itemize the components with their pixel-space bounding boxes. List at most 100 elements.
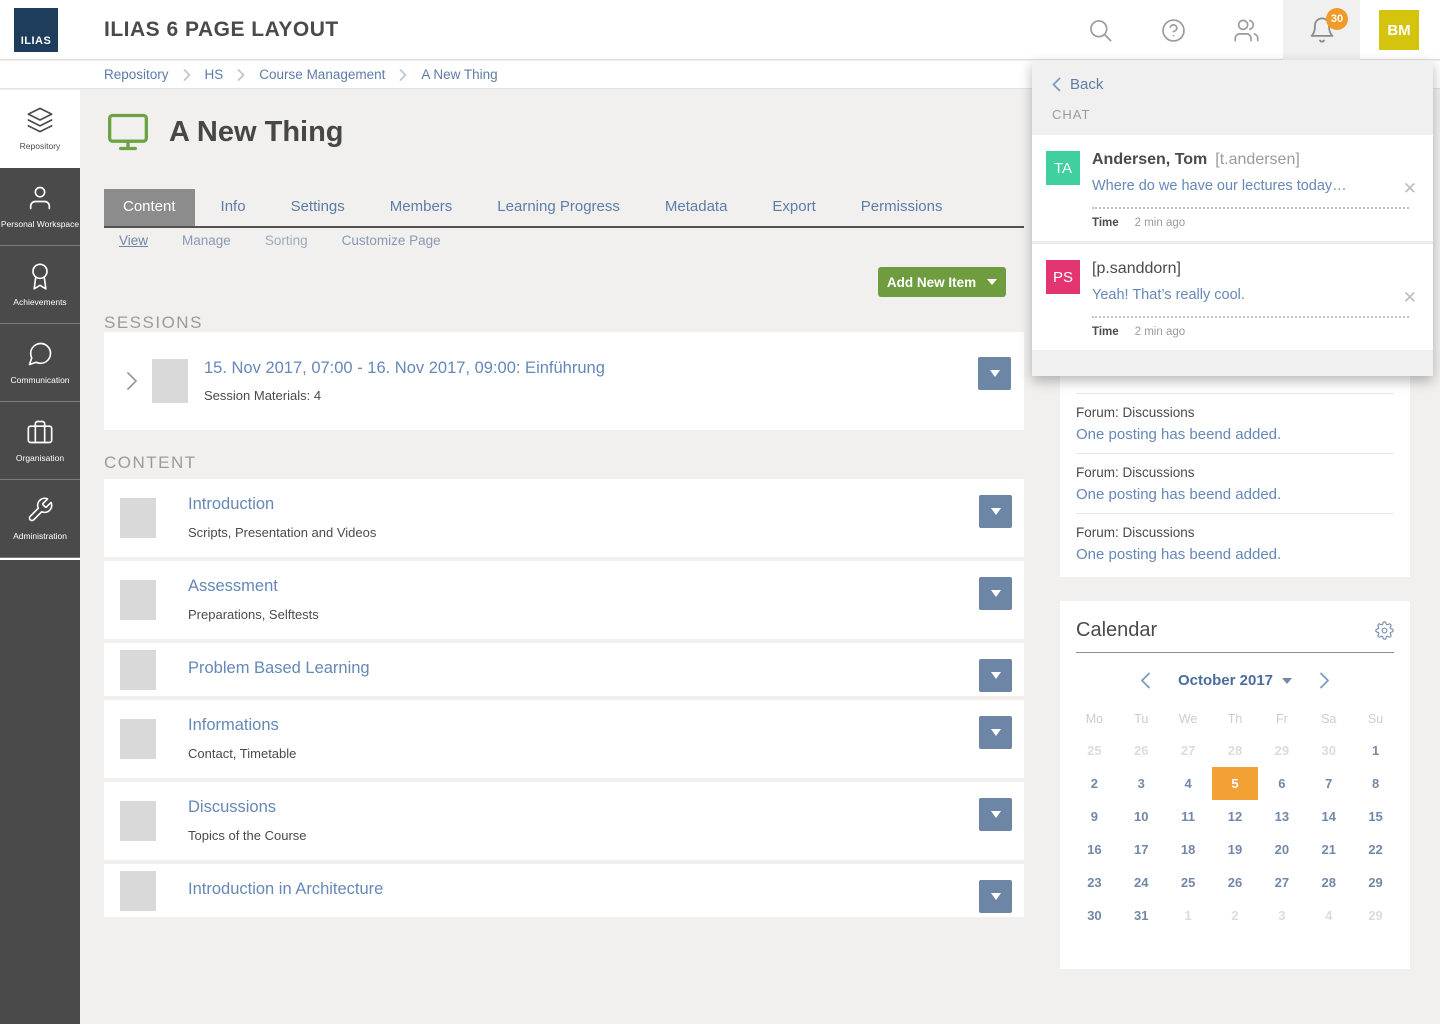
calendar-day[interactable]: 24 xyxy=(1118,866,1165,899)
subtab[interactable]: View xyxy=(119,233,148,248)
item-actions-dropdown[interactable] xyxy=(979,659,1012,692)
subtab[interactable]: Customize Page xyxy=(342,233,441,248)
sidebar-item-personal-workspace[interactable]: Personal Workspace xyxy=(0,168,80,246)
breadcrumb-link[interactable]: HS xyxy=(205,67,224,82)
calendar-day[interactable]: 11 xyxy=(1165,800,1212,833)
tab[interactable]: Members xyxy=(371,189,472,226)
content-item-title-link[interactable]: Problem Based Learning xyxy=(188,659,370,677)
calendar-day[interactable]: 31 xyxy=(1118,899,1165,932)
calendar-day[interactable]: 13 xyxy=(1258,800,1305,833)
breadcrumb-link[interactable]: A New Thing xyxy=(421,67,497,82)
calendar-day[interactable]: 20 xyxy=(1258,833,1305,866)
calendar-day[interactable]: 18 xyxy=(1165,833,1212,866)
calendar-day[interactable]: 29 xyxy=(1352,866,1399,899)
calendar-day[interactable]: 28 xyxy=(1212,734,1259,767)
calendar-day[interactable]: 7 xyxy=(1305,767,1352,800)
tab[interactable]: Info xyxy=(202,189,265,226)
calendar-day[interactable]: 27 xyxy=(1258,866,1305,899)
item-actions-dropdown[interactable] xyxy=(979,798,1012,831)
calendar-day[interactable]: 28 xyxy=(1305,866,1352,899)
next-month-button[interactable] xyxy=(1319,672,1330,689)
help-button[interactable] xyxy=(1137,0,1210,60)
month-selector[interactable]: October 2017 xyxy=(1178,672,1293,689)
sidebar-item-administration[interactable]: Administration xyxy=(0,480,80,558)
calendar-day[interactable]: 10 xyxy=(1118,800,1165,833)
calendar-day[interactable]: 25 xyxy=(1165,866,1212,899)
forum-feed-link[interactable]: One posting has beend added. xyxy=(1076,486,1394,503)
calendar-day[interactable]: 29 xyxy=(1258,734,1305,767)
calendar-day[interactable]: 16 xyxy=(1071,833,1118,866)
tab[interactable]: Export xyxy=(753,189,834,226)
calendar-day[interactable]: 23 xyxy=(1071,866,1118,899)
calendar-day[interactable]: 29 xyxy=(1352,899,1399,932)
content-item-title-link[interactable]: Assessment xyxy=(188,577,278,595)
gear-icon[interactable] xyxy=(1375,621,1394,640)
who-is-online-button[interactable] xyxy=(1210,0,1283,60)
back-button[interactable]: Back xyxy=(1032,60,1433,97)
content-item-title-link[interactable]: Introduction in Architecture xyxy=(188,880,383,898)
calendar-day[interactable]: 30 xyxy=(1071,899,1118,932)
dismiss-notification-button[interactable]: ✕ xyxy=(1403,179,1417,199)
tab[interactable]: Learning Progress xyxy=(478,189,639,226)
tab[interactable]: Metadata xyxy=(646,189,747,226)
content-item-title-link[interactable]: Discussions xyxy=(188,798,276,816)
item-actions-dropdown[interactable] xyxy=(979,495,1012,528)
forum-feed-item: Forum: Discussions One posting has beend… xyxy=(1076,513,1394,573)
calendar-day[interactable]: 17 xyxy=(1118,833,1165,866)
calendar-day[interactable]: 19 xyxy=(1212,833,1259,866)
sidebar-item-repository[interactable]: Repository xyxy=(0,90,80,168)
calendar-day[interactable]: 1 xyxy=(1352,734,1399,767)
calendar-day[interactable]: 8 xyxy=(1352,767,1399,800)
sidebar-item-communication[interactable]: Communication xyxy=(0,324,80,402)
forum-feed-link[interactable]: One posting has beend added. xyxy=(1076,546,1394,563)
calendar-day[interactable]: 3 xyxy=(1258,899,1305,932)
item-actions-dropdown[interactable] xyxy=(979,577,1012,610)
calendar-day[interactable]: 30 xyxy=(1305,734,1352,767)
dismiss-notification-button[interactable]: ✕ xyxy=(1403,288,1417,308)
breadcrumb-link[interactable]: Repository xyxy=(104,67,169,82)
content-item: Introduction Scripts, Presentation and V… xyxy=(104,479,1024,557)
search-button[interactable] xyxy=(1064,0,1137,60)
calendar-day[interactable]: 9 xyxy=(1071,800,1118,833)
calendar-day[interactable]: 6 xyxy=(1258,767,1305,800)
expand-session-button[interactable] xyxy=(126,371,138,396)
forum-feed-link[interactable]: One posting has beend added. xyxy=(1076,426,1394,443)
calendar-day[interactable]: 14 xyxy=(1305,800,1352,833)
content-item-title-link[interactable]: Informations xyxy=(188,716,279,734)
calendar-day[interactable]: 21 xyxy=(1305,833,1352,866)
session-actions-dropdown[interactable] xyxy=(978,357,1011,390)
calendar-day[interactable]: 4 xyxy=(1305,899,1352,932)
tab[interactable]: Permissions xyxy=(842,189,962,226)
ilias-logo[interactable]: ILIAS xyxy=(14,7,58,52)
tab[interactable]: Settings xyxy=(272,189,364,226)
calendar-day[interactable]: 27 xyxy=(1165,734,1212,767)
previous-month-button[interactable] xyxy=(1140,672,1151,689)
sidebar-item-organisation[interactable]: Organisation xyxy=(0,402,80,480)
item-actions-dropdown[interactable] xyxy=(979,716,1012,749)
add-new-item-button[interactable]: Add New Item xyxy=(878,267,1006,297)
chat-message-link[interactable]: Yeah! That’s really cool. xyxy=(1092,287,1409,303)
calendar-day[interactable]: 2 xyxy=(1071,767,1118,800)
breadcrumb-link[interactable]: Course Management xyxy=(259,67,385,82)
calendar-day[interactable]: 26 xyxy=(1118,734,1165,767)
sidebar-item-achievements[interactable]: Achievements xyxy=(0,246,80,324)
calendar-day[interactable]: 1 xyxy=(1165,899,1212,932)
user-avatar[interactable]: BM xyxy=(1379,10,1419,50)
calendar-day[interactable]: 12 xyxy=(1212,800,1259,833)
tab[interactable]: Content xyxy=(104,189,195,226)
calendar-day[interactable]: 15 xyxy=(1352,800,1399,833)
calendar-day[interactable]: 25 xyxy=(1071,734,1118,767)
calendar-day[interactable]: 26 xyxy=(1212,866,1259,899)
content-item-title-link[interactable]: Introduction xyxy=(188,495,274,513)
calendar-day[interactable]: 22 xyxy=(1352,833,1399,866)
calendar-day[interactable]: 3 xyxy=(1118,767,1165,800)
calendar-day[interactable]: 4 xyxy=(1165,767,1212,800)
notifications-button[interactable]: 30 xyxy=(1283,0,1360,60)
session-title-link[interactable]: 15. Nov 2017, 07:00 - 16. Nov 2017, 09:0… xyxy=(204,359,605,377)
chat-message-link[interactable]: Where do we have our lectures today… xyxy=(1092,178,1409,194)
subtab[interactable]: Manage xyxy=(182,233,231,248)
calendar-day[interactable]: 5 xyxy=(1211,767,1259,800)
calendar-day[interactable]: 2 xyxy=(1212,899,1259,932)
item-actions-dropdown[interactable] xyxy=(979,880,1012,913)
subtab[interactable]: Sorting xyxy=(265,233,308,248)
